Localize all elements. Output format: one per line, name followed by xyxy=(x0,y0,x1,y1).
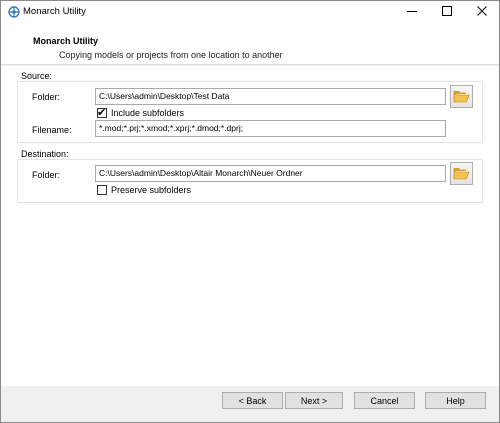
include-subfolders-label[interactable]: Include subfolders xyxy=(111,108,184,118)
back-button[interactable]: < Back xyxy=(222,392,283,409)
source-group-label: Source: xyxy=(21,71,53,81)
source-browse-button[interactable] xyxy=(450,85,473,108)
preserve-subfolders-checkbox[interactable] xyxy=(97,185,107,195)
maximize-button[interactable] xyxy=(431,1,463,23)
title-bar[interactable]: Monarch Utility xyxy=(1,1,499,23)
help-button[interactable]: Help xyxy=(425,392,486,409)
filename-label: Filename: xyxy=(32,125,72,135)
maximize-icon xyxy=(442,6,452,18)
minimize-button[interactable] xyxy=(396,1,428,23)
wizard-header: Monarch Utility Copying models or projec… xyxy=(1,23,499,65)
cancel-button[interactable]: Cancel xyxy=(354,392,415,409)
include-subfolders-checkbox[interactable]: ✔ xyxy=(97,107,107,119)
destination-browse-button[interactable] xyxy=(450,162,473,185)
wizard-footer: < Back Next > Cancel Help xyxy=(1,386,499,422)
checkmark-icon: ✔ xyxy=(97,107,107,119)
source-folder-input[interactable]: C:\Users\admin\Desktop\Test Data xyxy=(95,88,446,105)
dialog-window: Monarch Utility Monarch Utility Copying … xyxy=(0,0,500,423)
close-button[interactable] xyxy=(466,1,498,23)
close-icon xyxy=(477,6,487,18)
wizard-content: Source: Folder: C:\Users\admin\Desktop\T… xyxy=(1,66,499,386)
destination-folder-input[interactable]: C:\Users\admin\Desktop\Altair Monarch\Ne… xyxy=(95,165,446,182)
source-folder-label: Folder: xyxy=(32,92,61,102)
wizard-subtitle: Copying models or projects from one loca… xyxy=(59,50,283,60)
next-button[interactable]: Next > xyxy=(285,392,343,409)
destination-group-label: Destination: xyxy=(21,149,69,159)
minimize-icon xyxy=(407,6,417,18)
folder-open-icon xyxy=(453,89,470,105)
wizard-title: Monarch Utility xyxy=(33,36,99,46)
filename-input[interactable]: *.mod;*.prj;*.xmod;*.xprj;*.dmod;*.dprj; xyxy=(95,120,446,137)
destination-folder-label: Folder: xyxy=(32,170,61,180)
monarch-app-icon xyxy=(8,6,20,18)
folder-open-icon xyxy=(453,166,470,182)
preserve-subfolders-label[interactable]: Preserve subfolders xyxy=(111,185,191,195)
window-title: Monarch Utility xyxy=(23,6,86,17)
